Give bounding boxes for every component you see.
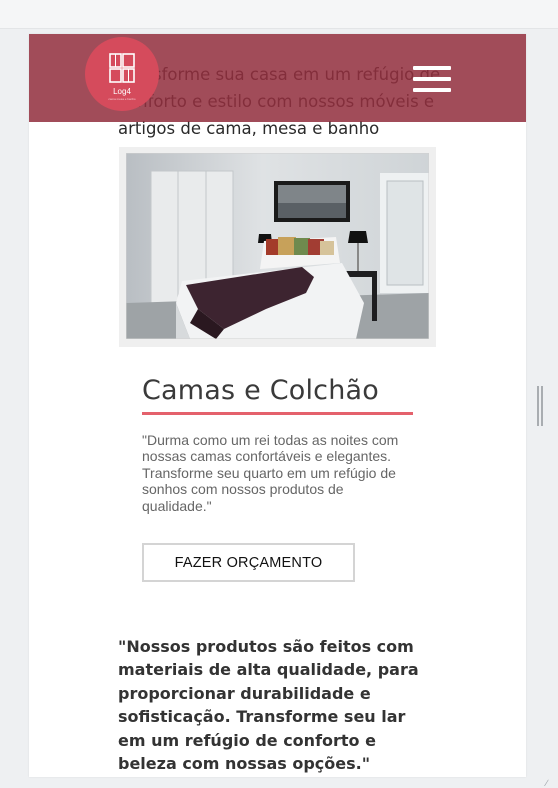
- scrollbar-handle[interactable]: [537, 386, 543, 426]
- product-title: Camas e Colchão: [142, 375, 379, 406]
- menu-bar: [413, 77, 451, 81]
- windows-grid-logo-icon: [109, 53, 135, 83]
- product-description: "Durma como um rei todas as noites com n…: [142, 432, 399, 514]
- request-quote-button[interactable]: FAZER ORÇAMENTO: [142, 543, 355, 582]
- browser-top-strip: [0, 0, 558, 29]
- menu-bar: [413, 66, 451, 70]
- page-viewport[interactable]: Transforme sua casa em um refúgio de con…: [29, 34, 526, 777]
- logo-name: Log4: [113, 87, 131, 96]
- menu-bar: [413, 88, 451, 92]
- logo[interactable]: Log4 cama mesa e banho: [85, 37, 159, 111]
- quality-statement: "Nossos produtos são feitos com materiai…: [118, 637, 419, 774]
- navbar: Log4 cama mesa e banho: [29, 34, 526, 122]
- title-underline: [142, 412, 413, 415]
- resize-grip-icon[interactable]: ∕: [546, 778, 548, 788]
- logo-tagline: cama mesa e banho: [108, 97, 136, 101]
- product-image-frame: [119, 147, 436, 347]
- bedroom-photo: [126, 153, 429, 339]
- hamburger-menu-icon[interactable]: [413, 66, 451, 92]
